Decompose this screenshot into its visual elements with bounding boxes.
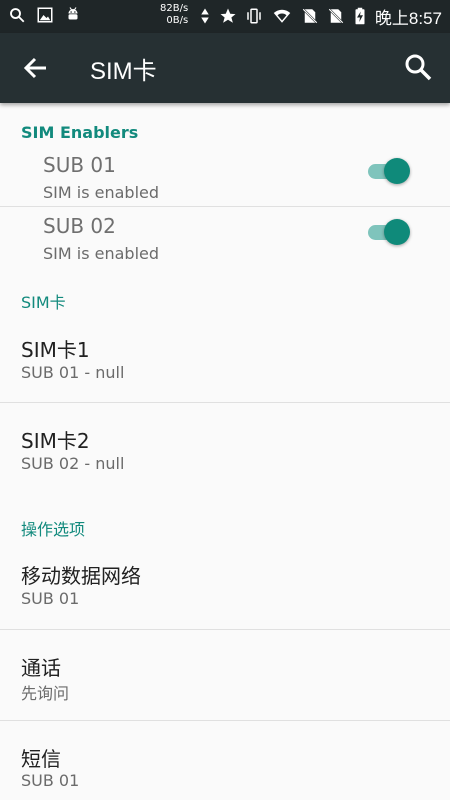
sim-enabler-row-sub01[interactable]: SUB 01 SIM is enabled — [0, 148, 450, 208]
sim-enable-toggle-sub02[interactable] — [366, 217, 412, 247]
status-right-icons: 晚上8:57 — [199, 4, 442, 28]
sim-enabler-status: SIM is enabled — [43, 183, 160, 202]
android-icon — [68, 7, 78, 20]
status-left-icons — [8, 6, 82, 24]
sim-enabler-title: SUB 01 — [43, 153, 116, 177]
sim-card-subtitle: SUB 01 - null — [21, 363, 125, 382]
page-title: SIM卡 — [90, 58, 157, 85]
sim-card-row-1[interactable]: SIM卡1 SUB 01 - null — [0, 321, 450, 401]
divider — [0, 206, 450, 207]
divider — [0, 629, 450, 630]
option-row-sms[interactable]: 短信 SUB 01 — [0, 731, 450, 800]
sim-card-row-2[interactable]: SIM卡2 SUB 02 - null — [0, 413, 450, 493]
app-bar: SIM卡 — [0, 33, 450, 103]
option-title: 移动数据网络 — [21, 564, 141, 588]
sim-enable-toggle-sub01[interactable] — [366, 156, 412, 186]
divider — [0, 402, 450, 403]
sim-card-subtitle: SUB 02 - null — [21, 454, 125, 473]
search-icon — [10, 8, 25, 23]
clock: 晚上8:57 — [374, 8, 442, 28]
sim-enabler-status: SIM is enabled — [43, 244, 160, 263]
wifi-icon — [273, 9, 291, 23]
option-subtitle: SUB 01 — [21, 589, 80, 608]
sim-card-title: SIM卡1 — [21, 338, 90, 362]
section-header-sim-enablers: SIM Enablers — [21, 123, 139, 142]
arrows-icon — [201, 8, 209, 24]
section-header-options: 操作选项 — [21, 520, 86, 539]
option-subtitle: 先询问 — [21, 684, 70, 703]
search-icon[interactable] — [402, 51, 434, 83]
sim-card-title: SIM卡2 — [21, 429, 90, 453]
status-bar: 82B/s 0B/s 晚上8:57 — [0, 0, 450, 33]
sim-enabler-title: SUB 02 — [43, 214, 116, 238]
toggle-thumb — [384, 158, 410, 184]
option-row-calls[interactable]: 通话 先询问 — [0, 640, 450, 720]
battery-charging-icon — [355, 7, 365, 25]
option-row-mobile-data[interactable]: 移动数据网络 SUB 01 — [0, 548, 450, 628]
toggle-thumb — [384, 219, 410, 245]
arrow-back-icon[interactable] — [20, 52, 52, 84]
divider — [0, 720, 450, 721]
star-icon — [220, 8, 236, 23]
option-title: 通话 — [21, 656, 61, 680]
option-title: 短信 — [21, 747, 61, 771]
net-down-text: 0B/s — [166, 15, 189, 26]
no-sim-icon — [302, 8, 318, 24]
option-subtitle: SUB 01 — [21, 771, 80, 790]
no-sim-icon — [328, 8, 344, 24]
net-up-text: 82B/s — [160, 3, 189, 14]
sim-enabler-row-sub02[interactable]: SUB 02 SIM is enabled — [0, 209, 450, 269]
network-speed: 82B/s 0B/s — [160, 3, 188, 27]
vibrate-icon — [247, 8, 261, 24]
section-header-sim-cards: SIM卡 — [21, 293, 66, 312]
image-icon — [37, 7, 53, 23]
